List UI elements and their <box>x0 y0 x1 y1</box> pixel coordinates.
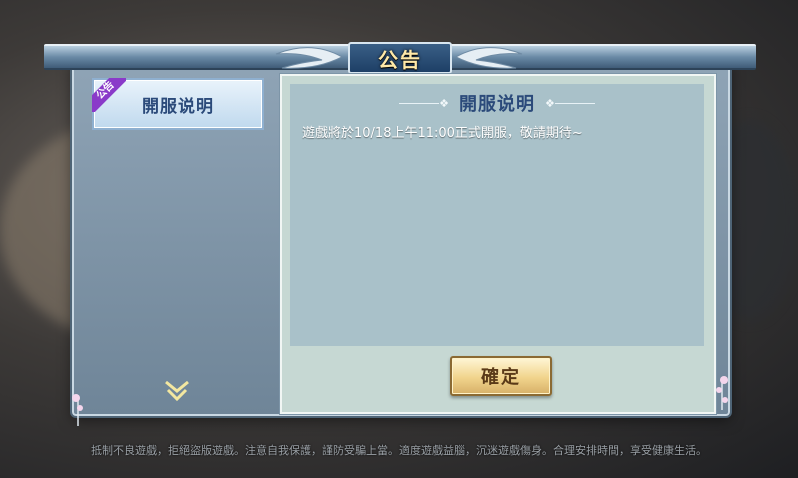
health-notice: 抵制不良遊戲，拒絕盜版遊戲。注意自我保護，謹防受騙上當。適度遊戲益腦，沉迷遊戲傷… <box>91 444 707 457</box>
dialog-title: 公告 <box>378 47 422 72</box>
scroll-down-chevron-icon[interactable] <box>164 380 190 402</box>
tab-badge: 公告 <box>92 78 126 112</box>
wing-ornament-left-icon <box>275 47 342 69</box>
heading-divider-right <box>554 102 595 104</box>
heading-ornament-right-icon: ❖ <box>545 96 555 110</box>
wing-ornament-right-icon <box>456 47 523 69</box>
title-plate: 公告 <box>348 42 452 74</box>
notice-heading: ❖ 開服说明 ❖ <box>290 90 704 116</box>
tab-badge-label: 公告 <box>92 78 126 112</box>
confirm-button[interactable]: 確定 <box>450 356 552 396</box>
confirm-label: 確定 <box>481 367 521 388</box>
flower-ornament-left-icon <box>72 394 83 426</box>
tab-label: 開服说明 <box>142 96 214 117</box>
notice-title: 開服说明 <box>459 94 535 115</box>
tab-server-open-notice[interactable]: 公告 開服说明 <box>92 78 264 130</box>
sidebar: 公告 開服说明 <box>80 72 272 406</box>
content-panel: ❖ 開服说明 ❖ 遊戲將於10/18上午11:00正式開服，敬請期待~ 確定 <box>280 74 716 414</box>
notice-body: 遊戲將於10/18上午11:00正式開服，敬請期待~ <box>302 126 583 141</box>
heading-ornament-left-icon: ❖ <box>439 96 449 110</box>
notice-area[interactable]: ❖ 開服说明 ❖ 遊戲將於10/18上午11:00正式開服，敬請期待~ <box>290 84 704 346</box>
heading-divider-left <box>399 102 440 104</box>
flower-ornament-right-icon <box>716 376 728 410</box>
